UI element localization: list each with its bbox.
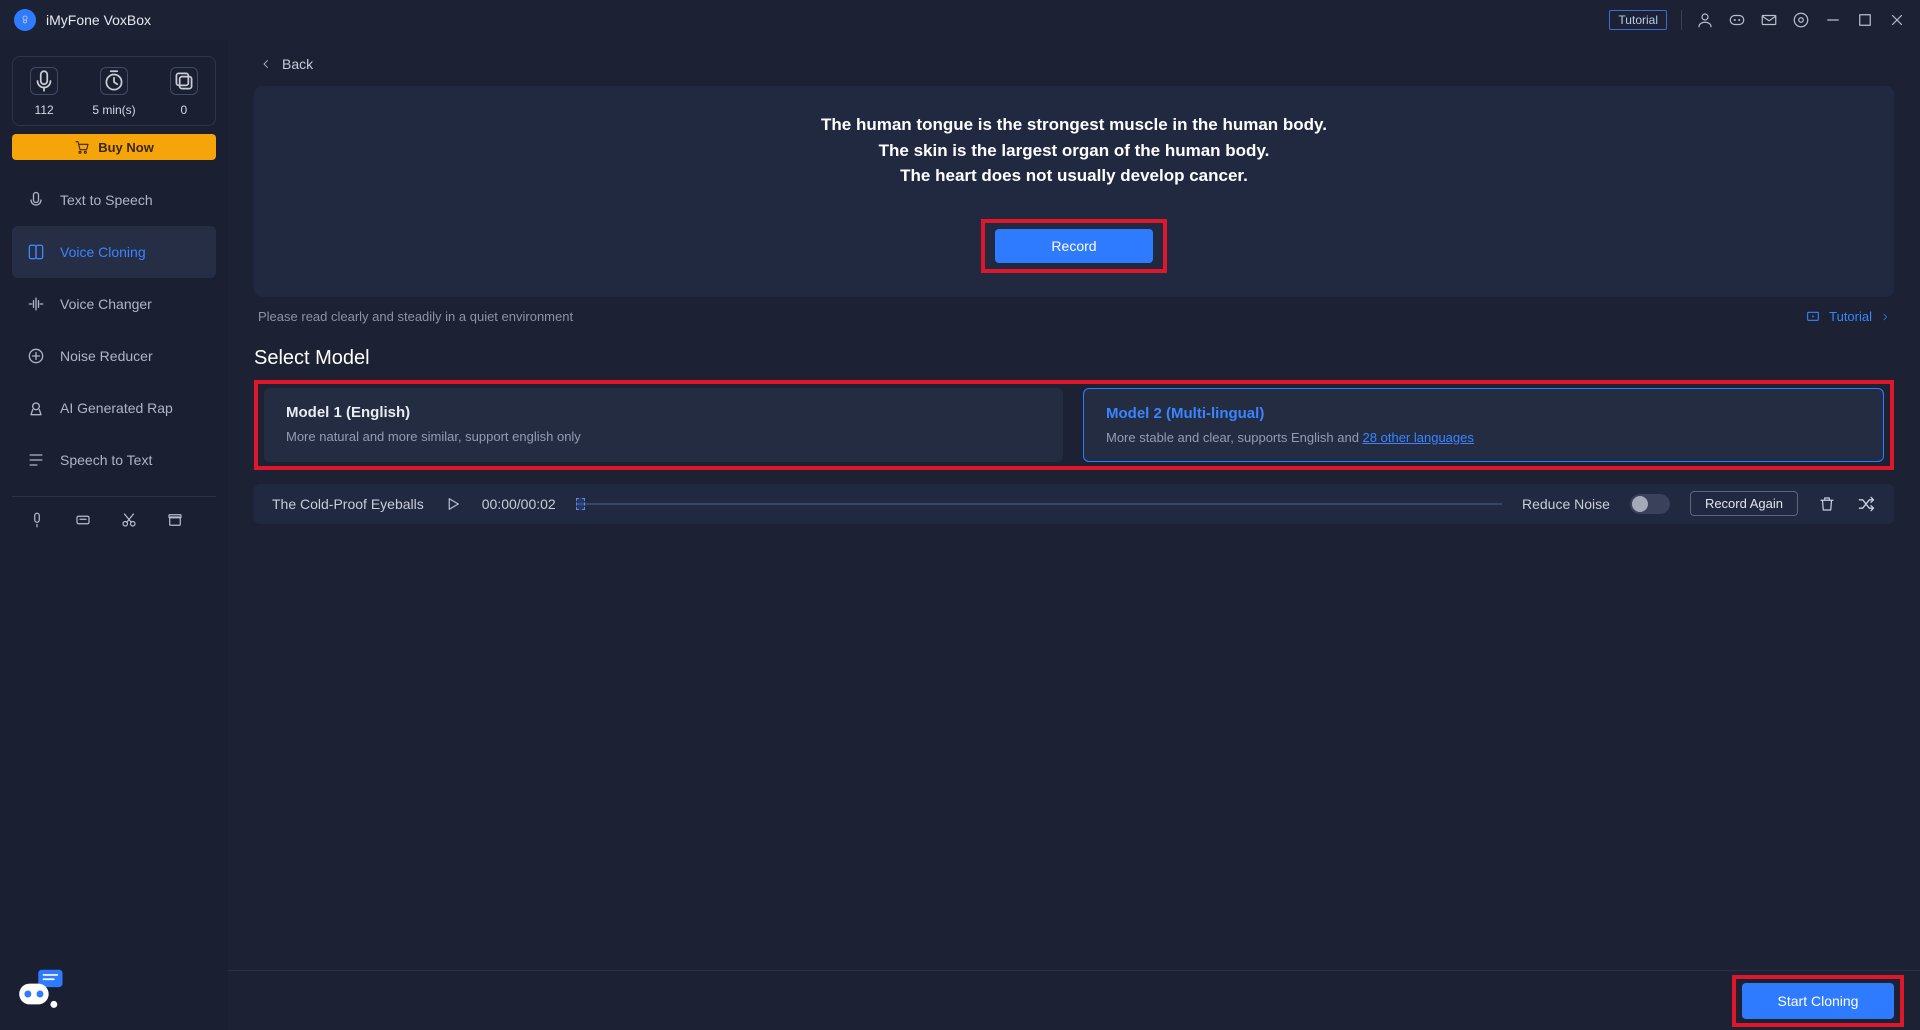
read-hint: Please read clearly and steadily in a qu…	[258, 309, 573, 324]
model-2-desc: More stable and clear, supports English …	[1106, 430, 1861, 445]
read-line-1: The human tongue is the strongest muscle…	[274, 112, 1874, 138]
record-highlight: Record	[981, 219, 1167, 273]
sidebar-item-label: Voice Changer	[60, 296, 152, 312]
start-cloning-button[interactable]: Start Cloning	[1742, 983, 1894, 1019]
minimize-icon[interactable]	[1824, 11, 1842, 29]
back-button[interactable]: Back	[254, 56, 1894, 72]
start-highlight: Start Cloning	[1732, 975, 1904, 1027]
shuffle-icon[interactable]	[1856, 494, 1876, 514]
reduce-noise-label: Reduce Noise	[1522, 496, 1610, 512]
model-1-title: Model 1 (English)	[286, 404, 1041, 421]
back-label: Back	[282, 56, 313, 72]
stat-characters: 112	[35, 103, 54, 117]
copy-icon	[170, 67, 198, 95]
separator	[1681, 10, 1682, 30]
player-track[interactable]	[576, 496, 1502, 512]
model-1-card[interactable]: Model 1 (English) More natural and more …	[264, 388, 1063, 462]
sidebar-item-label: Voice Cloning	[60, 244, 146, 260]
stat-minutes: 5 min(s)	[92, 103, 135, 117]
record-button[interactable]: Record	[995, 229, 1153, 263]
user-icon[interactable]	[1696, 11, 1714, 29]
sidebar-item-voice-changer[interactable]: Voice Changer	[12, 278, 216, 330]
app-title: iMyFone VoxBox	[46, 12, 151, 28]
player-time: 00:00/00:02	[482, 496, 556, 512]
mic-icon	[30, 67, 58, 95]
read-card: The human tongue is the strongest muscle…	[254, 86, 1894, 297]
sidebar-item-label: AI Generated Rap	[60, 400, 173, 416]
model-2-title: Model 2 (Multi-lingual)	[1106, 405, 1861, 422]
tutorial-icon	[1805, 309, 1821, 325]
maximize-icon[interactable]	[1856, 11, 1874, 29]
buy-now-button[interactable]: Buy Now	[12, 134, 216, 160]
record-tool-icon[interactable]	[28, 511, 46, 529]
timer-icon	[100, 67, 128, 95]
chevron-left-icon	[260, 58, 272, 70]
player-row: The Cold-Proof Eyeballs 00:00/00:02 Redu…	[254, 484, 1894, 524]
model-1-desc: More natural and more similar, support e…	[286, 429, 1041, 444]
sidebar-item-label: Noise Reducer	[60, 348, 153, 364]
models-highlight: Model 1 (English) More natural and more …	[254, 380, 1894, 470]
titlebar-tutorial-button[interactable]: Tutorial	[1609, 10, 1667, 30]
archive-tool-icon[interactable]	[166, 511, 184, 529]
settings-icon[interactable]	[1792, 11, 1810, 29]
voice-changer-icon	[26, 294, 46, 314]
buy-now-label: Buy Now	[98, 140, 154, 155]
trash-icon[interactable]	[1818, 495, 1836, 513]
divider	[12, 496, 216, 497]
sidebar-item-label: Speech to Text	[60, 452, 152, 468]
play-icon[interactable]	[444, 495, 462, 513]
speech-to-text-icon	[26, 450, 46, 470]
convert-tool-icon[interactable]	[74, 511, 92, 529]
sidebar-item-text-to-speech[interactable]: Text to Speech	[12, 174, 216, 226]
read-line-3: The heart does not usually develop cance…	[274, 163, 1874, 189]
text-to-speech-icon	[26, 190, 46, 210]
recording-name: The Cold-Proof Eyeballs	[272, 496, 424, 512]
tutorial-link[interactable]: Tutorial	[1805, 309, 1890, 325]
stat-clones: 0	[181, 103, 188, 117]
ai-rap-icon	[26, 398, 46, 418]
select-model-heading: Select Model	[254, 347, 1894, 370]
mail-icon[interactable]	[1760, 11, 1778, 29]
sidebar-item-label: Text to Speech	[60, 192, 153, 208]
sidebar-item-noise-reducer[interactable]: Noise Reducer	[12, 330, 216, 382]
sidebar-item-voice-cloning[interactable]: Voice Cloning	[12, 226, 216, 278]
discord-icon[interactable]	[1728, 11, 1746, 29]
languages-link[interactable]: 28 other languages	[1363, 430, 1474, 445]
model-2-card[interactable]: Model 2 (Multi-lingual) More stable and …	[1083, 388, 1884, 462]
reduce-noise-toggle[interactable]	[1630, 494, 1670, 514]
voice-cloning-icon	[26, 242, 46, 262]
tutorial-label: Tutorial	[1829, 309, 1872, 324]
noise-reducer-icon	[26, 346, 46, 366]
sidebar-item-speech-to-text[interactable]: Speech to Text	[12, 434, 216, 486]
chatbot-icon[interactable]	[14, 968, 66, 1016]
chevron-right-icon	[1880, 312, 1890, 322]
cut-tool-icon[interactable]	[120, 511, 138, 529]
record-again-button[interactable]: Record Again	[1690, 491, 1798, 516]
app-logo	[14, 9, 36, 31]
read-line-2: The skin is the largest organ of the hum…	[274, 138, 1874, 164]
close-icon[interactable]	[1888, 11, 1906, 29]
stats-card: 112 5 min(s) 0	[12, 56, 216, 126]
sidebar-item-ai-generated-rap[interactable]: AI Generated Rap	[12, 382, 216, 434]
